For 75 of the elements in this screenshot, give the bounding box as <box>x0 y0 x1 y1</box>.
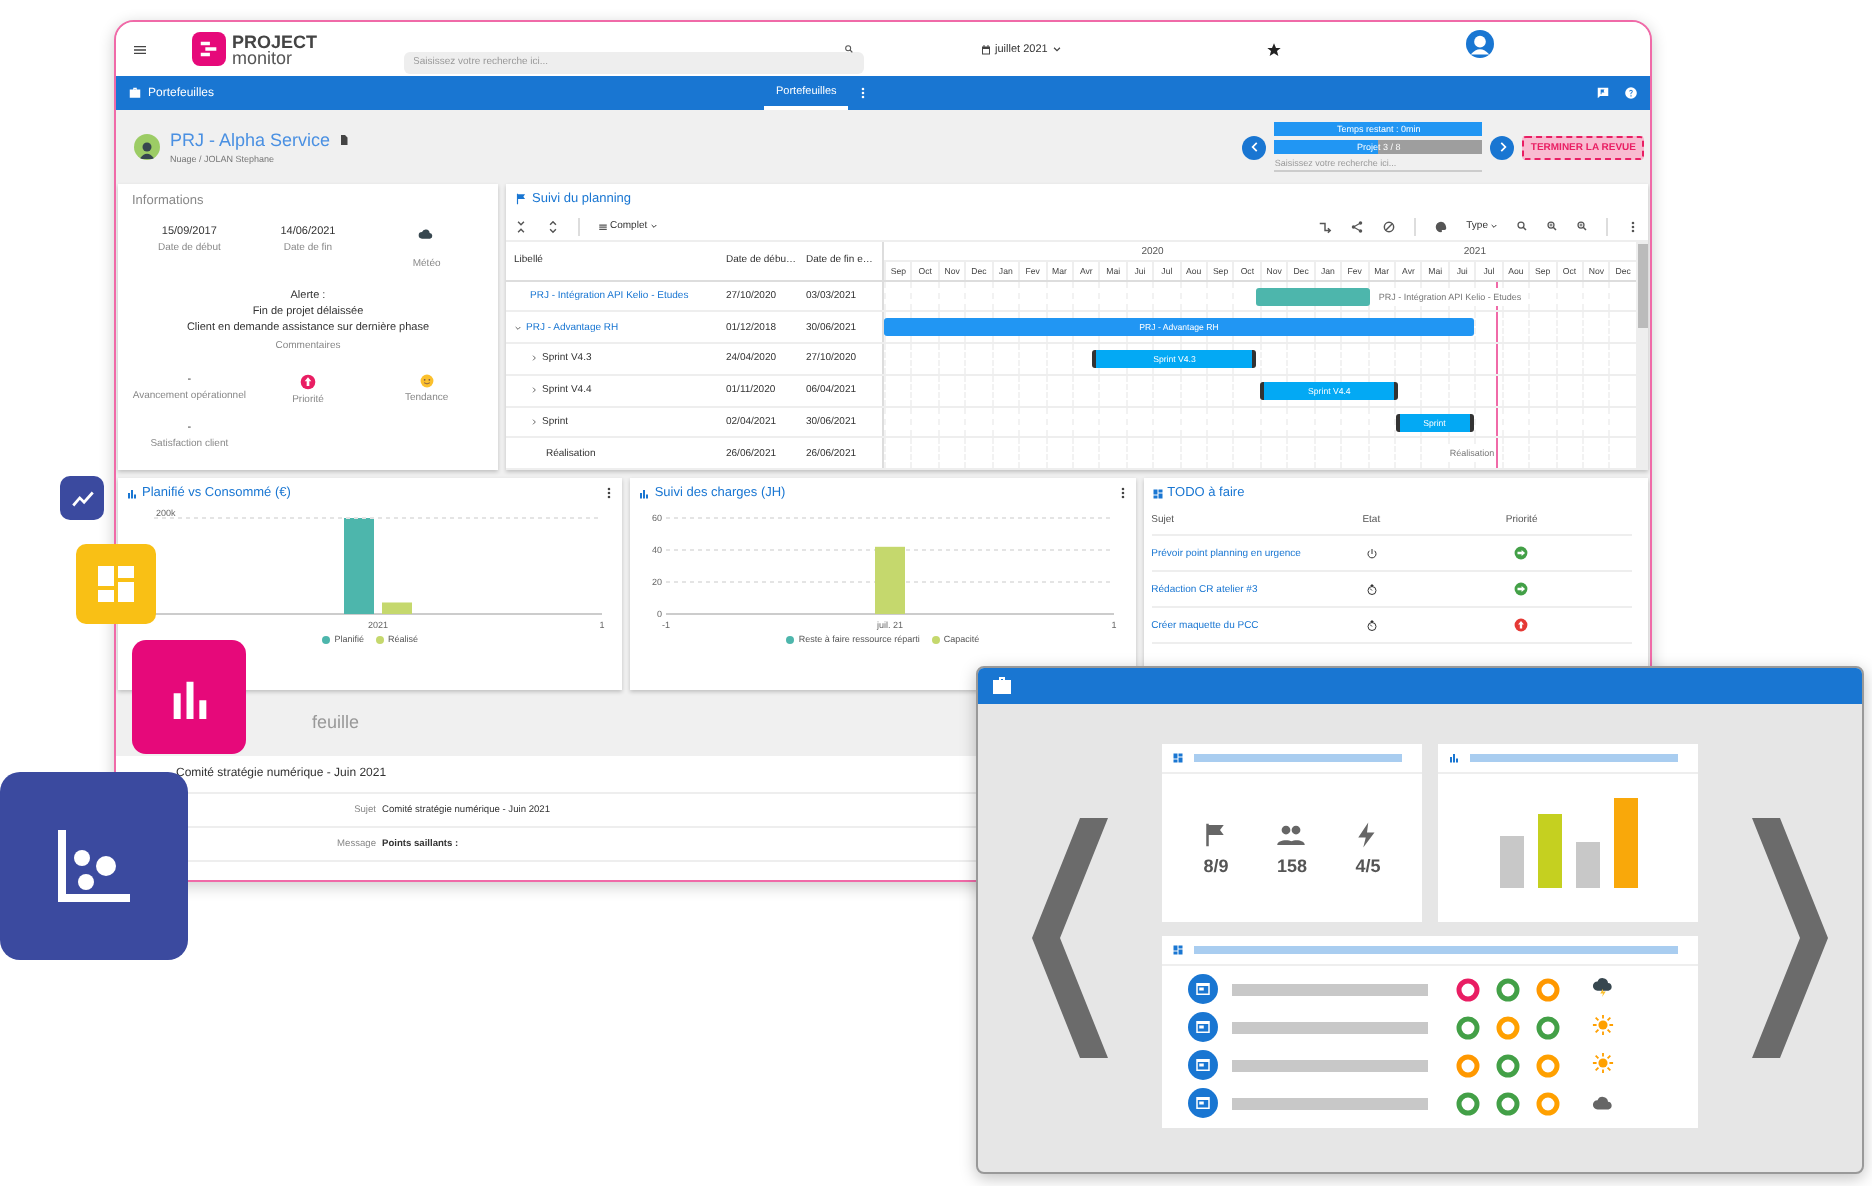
timer-icon <box>1365 619 1378 631</box>
trend-tile-icon <box>60 476 104 520</box>
previous-button[interactable] <box>1242 135 1267 159</box>
zoom-in-icon[interactable] <box>1546 220 1558 232</box>
chart-bar <box>875 546 906 614</box>
app-icon <box>1188 1012 1218 1042</box>
caret-right-icon[interactable] <box>530 417 538 426</box>
scrollbar[interactable] <box>1636 242 1648 470</box>
stat-value: 8/9 <box>1203 856 1229 876</box>
list-icon <box>598 221 608 231</box>
app-icon <box>1188 974 1218 1004</box>
search-icon[interactable] <box>1516 220 1528 232</box>
more-icon[interactable] <box>1626 219 1640 233</box>
sun-icon <box>1592 1051 1614 1073</box>
storm-icon <box>1592 975 1614 997</box>
arrow-right-icon <box>1514 582 1529 596</box>
dashboard-icon <box>1172 944 1184 956</box>
cloud-icon <box>1592 1092 1614 1114</box>
caret-icon <box>649 222 658 230</box>
logo-icon <box>192 32 226 66</box>
people-icon <box>1276 820 1307 850</box>
flag-icon <box>514 192 528 206</box>
stat-value: 4/5 <box>1355 856 1381 876</box>
palette-icon[interactable] <box>1434 219 1449 233</box>
briefcase-icon <box>990 674 1014 698</box>
legend-dot <box>786 635 795 643</box>
collapse-icon[interactable] <box>514 219 528 233</box>
help-icon[interactable] <box>1624 86 1638 100</box>
feedback-icon[interactable] <box>1596 86 1610 100</box>
expand-icon[interactable] <box>546 219 560 233</box>
caret-right-icon[interactable] <box>530 386 538 395</box>
link-icon[interactable] <box>1318 219 1333 233</box>
search-icon <box>843 44 854 54</box>
block-icon[interactable] <box>1382 219 1397 233</box>
arrow-right-icon <box>1514 546 1529 560</box>
bar-chart-icon <box>126 487 138 499</box>
cloud-icon <box>418 226 435 242</box>
arrow-up-icon <box>1514 618 1529 632</box>
caret-icon <box>1490 222 1498 230</box>
todo-icon <box>1151 487 1164 499</box>
briefcase-icon <box>128 86 142 100</box>
chevron-left-icon <box>1247 140 1262 154</box>
logo-text: monitor <box>232 49 293 65</box>
chevron-right-icon[interactable] <box>1752 818 1828 1058</box>
project-title: PRJ - Alpha Service <box>170 130 331 150</box>
priority-icon <box>299 374 316 390</box>
calendar-icon <box>979 43 992 55</box>
chevron-right-icon <box>1495 140 1510 154</box>
legend-dot <box>376 635 385 643</box>
star-icon[interactable] <box>1265 41 1282 57</box>
timer-icon <box>1365 583 1378 595</box>
chevron-left-icon[interactable] <box>1032 818 1108 1058</box>
logo-text: PROJECT <box>232 33 318 49</box>
caret-right-icon[interactable] <box>530 354 538 363</box>
dashboard-icon <box>1172 752 1184 764</box>
app-icon <box>1188 1050 1218 1080</box>
bar-chart-icon <box>1448 752 1460 764</box>
chart-bar <box>344 518 375 614</box>
zoom-out-icon[interactable] <box>1576 220 1588 232</box>
app-icon <box>1188 1088 1218 1118</box>
section-title: feuille <box>312 712 360 732</box>
menu-icon[interactable] <box>132 41 148 57</box>
next-button[interactable] <box>1490 135 1515 159</box>
power-icon <box>1365 547 1378 559</box>
sun-icon <box>1592 1013 1614 1035</box>
legend-dot <box>931 635 940 643</box>
stat-value: 158 <box>1276 856 1307 876</box>
project-avatar <box>134 134 160 160</box>
caret-icon <box>1051 44 1062 54</box>
share-icon[interactable] <box>1350 219 1365 233</box>
smiley-icon <box>419 374 434 388</box>
legend-dot <box>322 635 331 643</box>
bar-chart-icon <box>638 487 651 499</box>
document-icon[interactable] <box>338 134 351 146</box>
chart-bar <box>382 602 413 614</box>
